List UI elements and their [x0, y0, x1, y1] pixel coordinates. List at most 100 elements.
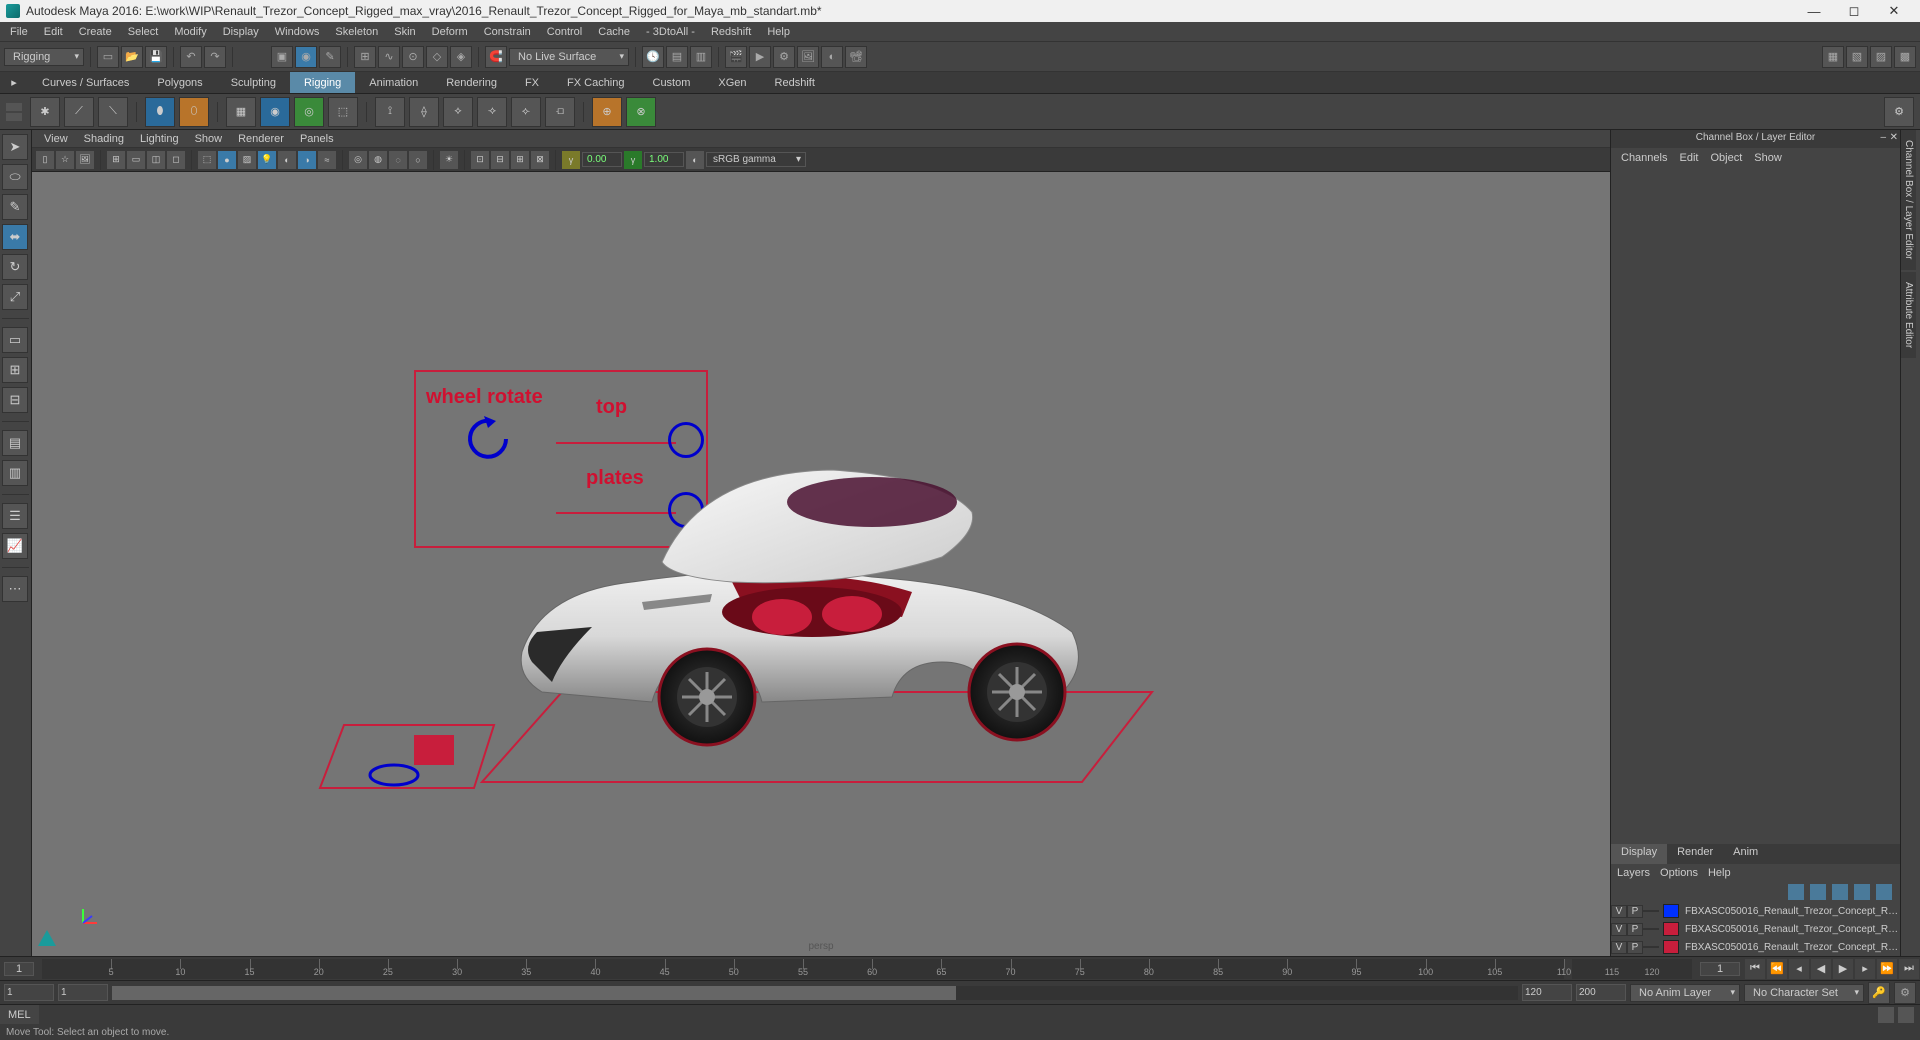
vp-isolate-icon[interactable]: ◎ — [349, 151, 367, 169]
shelf-lattice-icon[interactable]: ▦ — [226, 97, 256, 127]
vp-gamma-icon[interactable]: γ — [562, 151, 580, 169]
shelf-wrap-icon[interactable]: ⬚ — [328, 97, 358, 127]
layout1-icon[interactable]: ▦ — [1822, 46, 1844, 68]
layer-p-toggle[interactable]: P — [1627, 941, 1643, 954]
workspace-dropdown[interactable]: Rigging — [4, 48, 84, 66]
layout3-icon[interactable]: ▨ — [1870, 46, 1892, 68]
layout-custom2-icon[interactable]: ▥ — [2, 460, 28, 486]
shelf-constraint2-icon[interactable]: ⟠ — [409, 97, 439, 127]
layout-single-icon[interactable]: ▭ — [2, 327, 28, 353]
go-start-icon[interactable]: ⏮ — [1745, 959, 1765, 979]
paint-select-tool[interactable]: ✎ — [2, 194, 28, 220]
layer-menu-layers[interactable]: Layers — [1617, 867, 1650, 879]
char-set-dropdown[interactable]: No Character Set — [1744, 984, 1864, 1002]
time-ruler[interactable]: 5101520253035404550556065707580859095100… — [42, 959, 1564, 979]
vp-motion-icon[interactable]: ≈ — [318, 151, 336, 169]
menu-help[interactable]: Help — [759, 24, 798, 40]
layer-color-swatch[interactable] — [1663, 904, 1679, 918]
new-scene-icon[interactable]: ▭ — [97, 46, 119, 68]
layer-icon1[interactable] — [1788, 884, 1804, 900]
shelf-constraint6-icon[interactable]: ⟤ — [545, 97, 575, 127]
select-mode-icon[interactable]: ▣ — [271, 46, 293, 68]
lasso-tool[interactable]: ⬭ — [2, 164, 28, 190]
side-tab-attribute[interactable]: Attribute Editor — [1901, 272, 1916, 358]
channel-menu-channels[interactable]: Channels — [1617, 151, 1671, 165]
vp-res-icon[interactable]: ◻ — [167, 151, 185, 169]
layer-icon3[interactable] — [1832, 884, 1848, 900]
range-end2-input[interactable] — [1576, 984, 1626, 1001]
save-icon[interactable]: 💾 — [145, 46, 167, 68]
vp-xray3-icon[interactable]: ○ — [409, 151, 427, 169]
vp-film-icon[interactable]: ▭ — [127, 151, 145, 169]
layer-color-swatch[interactable] — [1663, 940, 1679, 954]
layer-slot[interactable] — [1643, 946, 1659, 948]
panel-menu-view[interactable]: View — [36, 132, 76, 146]
vp-shadow-icon[interactable]: ◐ — [278, 151, 296, 169]
vp-ao-icon[interactable]: ◑ — [298, 151, 316, 169]
vp-image-icon[interactable]: 🖼 — [76, 151, 94, 169]
vp-gamma2-icon[interactable]: γ — [624, 151, 642, 169]
color-space-dropdown[interactable]: sRGB gamma — [706, 152, 806, 167]
menu-file[interactable]: File — [2, 24, 36, 40]
lasso-mode-icon[interactable]: ◉ — [295, 46, 317, 68]
layer-slot[interactable] — [1643, 928, 1659, 930]
shelf-options-icon[interactable] — [6, 103, 26, 121]
side-tab-channel[interactable]: Channel Box / Layer Editor — [1901, 130, 1916, 270]
menu--3dtoall-[interactable]: - 3DtoAll - — [638, 24, 703, 40]
minimize-button[interactable]: — — [1794, 0, 1834, 22]
layer-color-swatch[interactable] — [1663, 922, 1679, 936]
layer-vis-toggle[interactable]: V — [1611, 905, 1627, 918]
module-tab-polygons[interactable]: Polygons — [143, 72, 216, 93]
car-canopy[interactable] — [652, 462, 982, 592]
move-tool[interactable]: ⬌ — [2, 224, 28, 250]
prefs-icon[interactable]: ⚙ — [1894, 982, 1916, 1004]
menu-display[interactable]: Display — [215, 24, 267, 40]
layer-tab-display[interactable]: Display — [1611, 844, 1667, 864]
panel-minimize-icon[interactable]: – — [1880, 132, 1886, 143]
prev-key-icon[interactable]: ◂ — [1789, 959, 1809, 979]
layer-vis-toggle[interactable]: V — [1611, 923, 1627, 936]
shelf-blend-icon[interactable]: ◎ — [294, 97, 324, 127]
rotate-tool[interactable]: ↻ — [2, 254, 28, 280]
vp-bookmark-icon[interactable]: ☆ — [56, 151, 74, 169]
range-track[interactable] — [112, 986, 1518, 1000]
cmd-icon1[interactable] — [1878, 1007, 1894, 1023]
live-icon[interactable]: 🧲 — [485, 46, 507, 68]
menu-edit[interactable]: Edit — [36, 24, 71, 40]
menu-create[interactable]: Create — [71, 24, 120, 40]
shelf-quick2-icon[interactable]: ⊗ — [626, 97, 656, 127]
menu-skin[interactable]: Skin — [386, 24, 423, 40]
play-back-icon[interactable]: ◀ — [1811, 959, 1831, 979]
vp-gamma-value[interactable]: 1.00 — [644, 152, 684, 167]
hypershade-icon[interactable]: ◐ — [821, 46, 843, 68]
panel-close-icon[interactable]: ✕ — [1890, 132, 1898, 143]
snap-point-icon[interactable]: ⊙ — [402, 46, 424, 68]
shelf-joint-icon[interactable]: ✱ — [30, 97, 60, 127]
current-frame[interactable]: 1 — [1700, 962, 1740, 976]
shelf-constraint4-icon[interactable]: ⟢ — [477, 97, 507, 127]
time-ruler-right[interactable]: 115120 — [1572, 959, 1692, 979]
redo-icon[interactable]: ↷ — [204, 46, 226, 68]
step-fwd-icon[interactable]: ⏩ — [1877, 959, 1897, 979]
shelf-constraint3-icon[interactable]: ⟡ — [443, 97, 473, 127]
live-surface-dropdown[interactable]: No Live Surface — [509, 48, 629, 66]
cmd-lang-label[interactable]: MEL — [0, 1005, 39, 1024]
menu-modify[interactable]: Modify — [166, 24, 214, 40]
shelf-gear-icon[interactable]: ⚙ — [1884, 97, 1914, 127]
select-tool[interactable]: ➤ — [2, 134, 28, 160]
play-fwd-icon[interactable]: ▶ — [1833, 959, 1853, 979]
shelf-quick-icon[interactable]: ⊕ — [592, 97, 622, 127]
panel-menu-renderer[interactable]: Renderer — [230, 132, 292, 146]
layout2-icon[interactable]: ▧ — [1846, 46, 1868, 68]
vp-xray-icon[interactable]: ◍ — [369, 151, 387, 169]
layout4-icon[interactable]: ▩ — [1894, 46, 1916, 68]
render-settings-icon[interactable]: ⚙ — [773, 46, 795, 68]
shelf-ik-icon[interactable]: ⟋ — [64, 97, 94, 127]
layer-tab-anim[interactable]: Anim — [1723, 844, 1768, 864]
timeline-start[interactable]: 1 — [4, 962, 34, 976]
layer-menu-options[interactable]: Options — [1660, 867, 1698, 879]
autokey-icon[interactable]: 🔑 — [1868, 982, 1890, 1004]
panel-menu-shading[interactable]: Shading — [76, 132, 132, 146]
go-end-icon[interactable]: ⏭ — [1899, 959, 1919, 979]
vp-gate-icon[interactable]: ◫ — [147, 151, 165, 169]
